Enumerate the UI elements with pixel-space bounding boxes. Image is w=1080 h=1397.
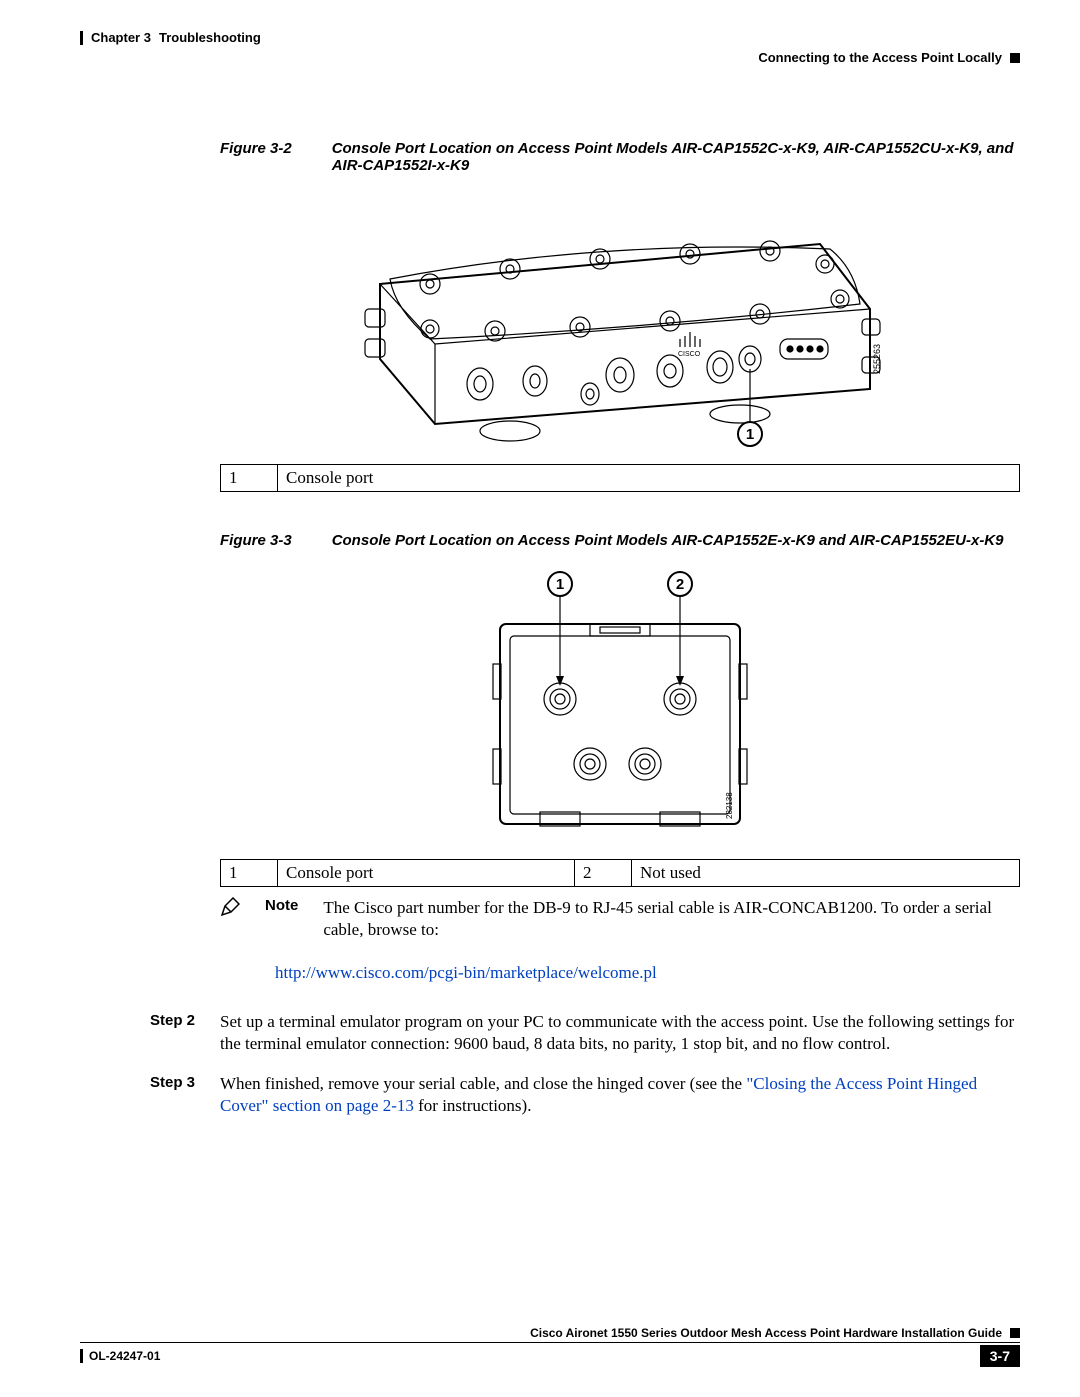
figure-3-3-illustration: 1 2 282138 [470,564,770,844]
cisco-marketplace-link[interactable]: http://www.cisco.com/pcgi-bin/marketplac… [275,963,657,982]
figure-3-3: Figure 3-3 Console Port Location on Acce… [220,532,1020,983]
section-marker-icon [1010,53,1020,63]
step-label: Step 2 [150,1011,200,1055]
step-text: Set up a terminal emulator program on yo… [220,1011,1020,1055]
section-title: Connecting to the Access Point Locally [758,50,1002,65]
chapter-label: Chapter 3 [91,30,151,45]
guide-title: Cisco Aironet 1550 Series Outdoor Mesh A… [530,1326,1002,1340]
note-label: Note [265,897,298,914]
note-pencil-icon [220,897,240,917]
figure-label: Figure 3-3 [220,532,292,549]
figure-title: Console Port Location on Access Point Mo… [332,140,1020,174]
step-label: Step 3 [150,1073,200,1117]
table-cell-num: 2 [575,860,632,887]
step-3-text-prefix: When finished, remove your serial cable,… [220,1074,746,1093]
drawing-number: 282138 [725,792,734,819]
document-id: OL-24247-01 [89,1349,160,1363]
figure-3-2: Figure 3-2 Console Port Location on Acce… [220,140,1020,492]
section-header: Connecting to the Access Point Locally [758,50,1020,65]
figure-3-2-callout-table: 1 Console port [220,464,1020,492]
page-footer: Cisco Aironet 1550 Series Outdoor Mesh A… [80,1326,1020,1367]
step-3-row: Step 3 When finished, remove your serial… [220,1073,1020,1117]
chapter-title: Troubleshooting [159,30,261,45]
table-cell-text: Console port [278,465,1020,492]
step-3-text-suffix: for instructions). [414,1096,532,1115]
footer-bar-icon [80,1349,83,1363]
table-cell-num: 1 [221,465,278,492]
table-cell-text: Console port [278,860,575,887]
figure-3-2-illustration: CISCO 1 255263 [340,189,900,449]
drawing-number: 255263 [872,344,882,374]
note-text: The Cisco part number for the DB-9 to RJ… [323,897,1020,941]
page-number: 3-7 [980,1345,1020,1367]
figure-3-3-callout-table: 1 Console port 2 Not used [220,859,1020,887]
header-bar-icon [80,31,83,45]
note-block: Note The Cisco part number for the DB-9 … [220,897,1020,941]
callout-2-bubble: 2 [676,576,684,593]
figure-title: Console Port Location on Access Point Mo… [332,532,1020,549]
table-cell-num: 1 [221,860,278,887]
callout-1-bubble: 1 [746,426,754,443]
chapter-header: Chapter 3 Troubleshooting [80,30,261,45]
footer-marker-icon [1010,1328,1020,1338]
figure-label: Figure 3-2 [220,140,292,174]
callout-1-bubble: 1 [556,576,564,593]
step-2-row: Step 2 Set up a terminal emulator progra… [220,1011,1020,1055]
table-cell-text: Not used [632,860,1020,887]
cisco-logo-text: CISCO [678,351,701,358]
